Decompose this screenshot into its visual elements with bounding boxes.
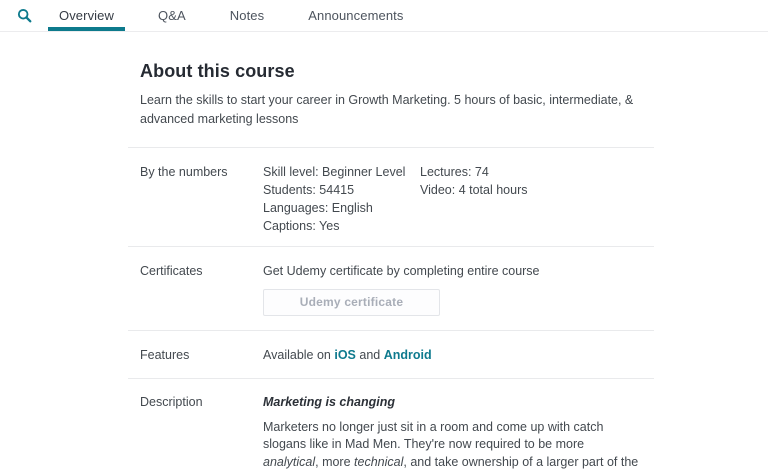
description-row: Description Marketing is changing Market… xyxy=(140,379,642,469)
stats-column-1: Skill level: Beginner Level Students: 54… xyxy=(263,163,420,235)
features-text-prefix: Available on xyxy=(263,348,334,362)
search-button[interactable] xyxy=(17,0,32,31)
italic-technical: technical xyxy=(354,455,403,469)
certificates-content: Get Udemy certificate by completing enti… xyxy=(263,262,642,316)
features-text-and: and xyxy=(356,348,384,362)
course-overview-page: Overview Q&A Notes Announcements About t… xyxy=(0,0,768,469)
tab-announcements[interactable]: Announcements xyxy=(297,0,414,31)
stats-column-2: Lectures: 74 Video: 4 total hours xyxy=(420,163,642,235)
stat-video: Video: 4 total hours xyxy=(420,181,642,199)
stat-students: Students: 54415 xyxy=(263,181,420,199)
search-icon xyxy=(17,8,32,23)
description-content: Marketing is changing Marketers no longe… xyxy=(263,393,642,469)
tab-list: Overview Q&A Notes Announcements xyxy=(48,0,414,31)
description-label: Description xyxy=(140,393,263,469)
italic-analytical: analytical xyxy=(263,455,315,469)
description-paragraph: Marketers no longer just sit in a room a… xyxy=(263,419,642,469)
udemy-certificate-button[interactable]: Udemy certificate xyxy=(263,289,440,316)
course-subtitle: Learn the skills to start your career in… xyxy=(140,91,642,129)
features-content: Available on iOS and Android xyxy=(263,346,642,364)
certificates-label: Certificates xyxy=(140,262,263,316)
tab-notes[interactable]: Notes xyxy=(219,0,275,31)
tab-overview[interactable]: Overview xyxy=(48,0,125,31)
description-heading: Marketing is changing xyxy=(263,393,642,411)
by-the-numbers-label: By the numbers xyxy=(140,163,263,235)
android-link[interactable]: Android xyxy=(384,348,432,362)
overview-content: About this course Learn the skills to st… xyxy=(128,32,654,469)
certificates-text: Get Udemy certificate by completing enti… xyxy=(263,262,642,280)
certificates-row: Certificates Get Udemy certificate by co… xyxy=(140,247,642,330)
stat-languages: Languages: English xyxy=(263,199,420,217)
stat-captions: Captions: Yes xyxy=(263,217,420,235)
about-section: About this course Learn the skills to st… xyxy=(140,32,642,147)
course-tabbar: Overview Q&A Notes Announcements xyxy=(0,0,768,32)
features-row: Features Available on iOS and Android xyxy=(140,331,642,378)
by-the-numbers-row: By the numbers Skill level: Beginner Lev… xyxy=(140,148,642,246)
features-label: Features xyxy=(140,346,263,364)
by-the-numbers-stats: Skill level: Beginner Level Students: 54… xyxy=(263,163,642,235)
stat-lectures: Lectures: 74 xyxy=(420,163,642,181)
stat-skill-level: Skill level: Beginner Level xyxy=(263,163,420,181)
page-title: About this course xyxy=(140,61,642,82)
tab-qa[interactable]: Q&A xyxy=(147,0,197,31)
ios-link[interactable]: iOS xyxy=(334,348,356,362)
